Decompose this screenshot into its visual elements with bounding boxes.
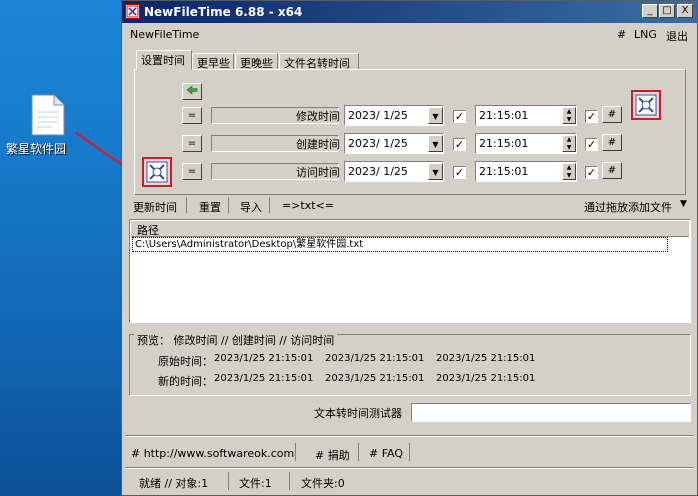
accessed-date-dropdown[interactable]: ▼	[428, 163, 443, 180]
status-folders: 文件夹:0	[301, 477, 345, 490]
new-created-value: 2023/1/25 21:15:01	[325, 373, 425, 384]
list-header: 路径	[131, 221, 689, 237]
chevron-down-icon[interactable]: ▼	[680, 199, 687, 209]
export-txt-button[interactable]: =>txt<=	[282, 199, 334, 212]
list-item[interactable]: C:\Users\Administrator\Desktop\繁星软件园.txt	[132, 237, 668, 252]
reset-button[interactable]: 重置	[199, 199, 221, 215]
maximize-button[interactable]: □	[659, 4, 675, 18]
link-divider	[358, 443, 359, 461]
minimize-button[interactable]: _	[642, 4, 658, 18]
tab-earlier[interactable]: 更早些	[192, 53, 234, 70]
hash-button-accessed[interactable]: #	[602, 162, 622, 179]
equals-button-created[interactable]: =	[182, 135, 202, 152]
link-divider	[295, 443, 296, 461]
modified-date-dropdown[interactable]: ▼	[428, 107, 443, 124]
original-time-label: 原始时间：	[158, 355, 213, 368]
title-bar[interactable]: NewFileTime 6.88 - x64 _ □ X	[122, 1, 697, 23]
modified-time-label: 修改时间	[296, 110, 340, 123]
menu-hash[interactable]: #	[617, 28, 626, 41]
accessed-time-label: 访问时间	[296, 166, 340, 179]
link-divider	[409, 443, 410, 461]
calendar-clock-icon-right[interactable]	[631, 90, 661, 120]
toolbar-divider	[228, 197, 229, 213]
tab-filename-to-time[interactable]: 文件名转时间	[279, 53, 359, 70]
created-time-checkbox[interactable]: ✓	[585, 138, 598, 151]
separator	[125, 435, 694, 437]
equals-button-modified[interactable]: =	[182, 107, 202, 124]
donate-link[interactable]: # 捐助	[315, 447, 350, 463]
menu-app-name[interactable]: NewFileTime	[130, 28, 199, 41]
close-button[interactable]: X	[677, 4, 693, 18]
new-time-label: 新的时间：	[158, 375, 213, 388]
modified-date-checkbox[interactable]: ✓	[453, 110, 466, 123]
text-to-time-tester-label: 文本转时间测试器	[314, 407, 402, 420]
separator	[125, 467, 694, 469]
calendar-clock-icon-left[interactable]	[142, 157, 172, 187]
window-title: NewFileTime 6.88 - x64	[144, 5, 303, 19]
accessed-time-checkbox[interactable]: ✓	[585, 166, 598, 179]
drag-drop-add-files[interactable]: 通过拖放添加文件	[584, 199, 672, 215]
accessed-date-checkbox[interactable]: ✓	[453, 166, 466, 179]
original-accessed-value: 2023/1/25 21:15:01	[436, 353, 536, 364]
status-divider	[289, 472, 290, 490]
equals-button-accessed[interactable]: =	[182, 163, 202, 180]
faq-link[interactable]: # FAQ	[369, 447, 403, 460]
menu-language[interactable]: LNG	[634, 28, 657, 41]
file-list[interactable]: 路径 C:\Users\Administrator\Desktop\繁星软件园.…	[129, 219, 691, 323]
hash-button-created[interactable]: #	[602, 134, 622, 151]
toolbar-divider	[186, 197, 187, 213]
new-accessed-value: 2023/1/25 21:15:01	[436, 373, 536, 384]
created-date-dropdown[interactable]: ▼	[428, 135, 443, 152]
modified-time-spinner[interactable]: ▲ ▼	[562, 107, 576, 124]
preview-legend: 预览： 修改时间 // 创建时间 // 访问时间	[134, 332, 338, 348]
tab-set-time[interactable]: 设置时间	[136, 50, 192, 70]
reload-arrow-button[interactable]	[182, 83, 202, 100]
status-divider	[228, 472, 229, 490]
import-button[interactable]: 导入	[240, 199, 262, 215]
status-ready: 就绪 // 对象:1	[139, 477, 209, 490]
original-created-value: 2023/1/25 21:15:01	[325, 353, 425, 364]
new-modified-value: 2023/1/25 21:15:01	[214, 373, 314, 384]
status-files: 文件:1	[239, 477, 272, 490]
text-to-time-tester-input[interactable]	[411, 403, 691, 422]
created-date-checkbox[interactable]: ✓	[453, 138, 466, 151]
accessed-time-spinner[interactable]: ▲ ▼	[562, 163, 576, 180]
original-modified-value: 2023/1/25 21:15:01	[214, 353, 314, 364]
created-time-label: 创建时间	[296, 138, 340, 151]
tab-later[interactable]: 更晚些	[235, 53, 278, 70]
column-header-path[interactable]: 路径	[137, 222, 159, 238]
menu-exit[interactable]: 退出	[666, 28, 688, 44]
toolbar-divider	[269, 197, 270, 213]
modified-time-checkbox[interactable]: ✓	[585, 110, 598, 123]
hash-button-modified[interactable]: #	[602, 106, 622, 123]
website-link[interactable]: # http://www.softwareok.com	[131, 447, 294, 460]
app-icon	[125, 4, 140, 19]
created-time-spinner[interactable]: ▲ ▼	[562, 135, 576, 152]
menu-bar: NewFileTime # LNG 退出	[122, 23, 697, 45]
update-time-button[interactable]: 更新时间	[133, 199, 177, 215]
app-window: NewFileTime 6.88 - x64 _ □ X NewFileTime…	[121, 0, 698, 496]
